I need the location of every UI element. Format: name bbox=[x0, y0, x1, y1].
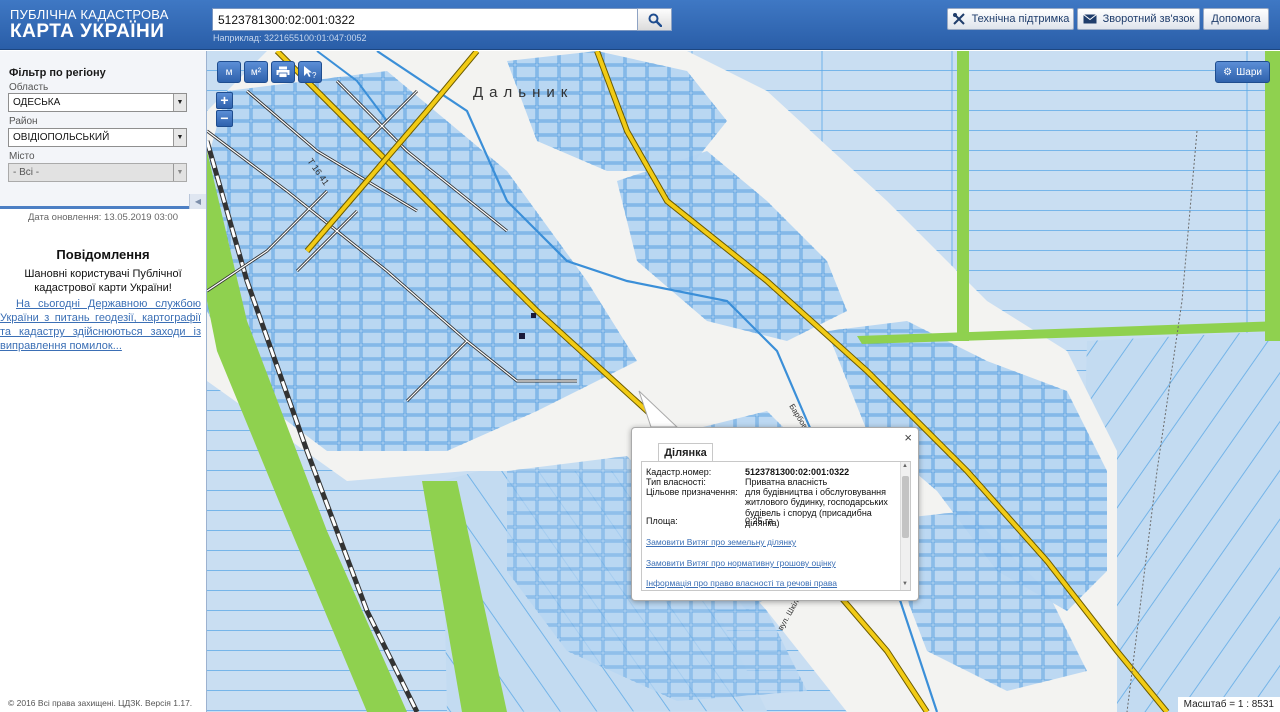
oblast-value: ОДЕСЬКА bbox=[13, 97, 61, 108]
region-filter-panel: Фільтр по регіону Область ОДЕСЬКА ▼ Райо… bbox=[0, 51, 206, 209]
field-value: 5123781300:02:001:0322 bbox=[745, 467, 850, 477]
parcel-info-popup: × Ділянка Кадастр.номер: 5123781300:02:0… bbox=[631, 427, 919, 601]
tools-icon bbox=[952, 13, 965, 25]
field-value: 0.25 га bbox=[745, 516, 774, 526]
field-key: Тип власності: bbox=[646, 477, 706, 487]
measure-area-button[interactable]: м² bbox=[244, 61, 268, 83]
notice-link[interactable]: На сьогодні Державною службою України з … bbox=[0, 297, 201, 353]
raion-select[interactable]: ОВІДІОПОЛЬСЬКИЙ ▼ bbox=[8, 128, 187, 147]
logo-line2: КАРТА УКРАЇНИ bbox=[10, 21, 165, 42]
identify-button[interactable]: ? bbox=[298, 61, 322, 83]
oblast-select[interactable]: ОДЕСЬКА ▼ bbox=[8, 93, 187, 112]
field-key: Цільове призначення: bbox=[646, 487, 738, 497]
order-valuation-link[interactable]: Замовити Витяг про нормативну грошову оц… bbox=[646, 558, 836, 568]
map-canvas[interactable]: Т 16 41 Барбов вул. Шкільна bbox=[207, 51, 1280, 712]
misto-label: Місто bbox=[9, 151, 35, 162]
popup-scrollbar[interactable]: ▲ ▼ bbox=[900, 462, 910, 590]
order-extract-link[interactable]: Замовити Витяг про земельну ділянку bbox=[646, 537, 796, 547]
app-header: ПУБЛІЧНА КАДАСТРОВА КАРТА УКРАЇНИ Наприк… bbox=[0, 0, 1280, 50]
notice-body: Шановні користувачі Публічної кадастрово… bbox=[24, 268, 182, 295]
update-date: Дата оновлення: 13.05.2019 03:00 bbox=[27, 212, 179, 223]
search-hint: Наприклад: 3221655100:01:047:0052 bbox=[213, 33, 367, 43]
popup-content: Кадастр.номер: 5123781300:02:001:0322 Ти… bbox=[641, 461, 911, 591]
gear-icon: ⚙ bbox=[1223, 66, 1233, 78]
sidebar-collapse-bar: ◀ bbox=[0, 194, 206, 210]
feedback-label: Зворотний зв'язок bbox=[1102, 13, 1195, 25]
misto-value: - Всі - bbox=[13, 167, 40, 178]
ruler-icon: м bbox=[225, 66, 233, 78]
misto-select[interactable]: - Всі - ▼ bbox=[8, 163, 187, 182]
help-button[interactable]: Допомога bbox=[1203, 8, 1269, 30]
chevron-down-icon: ▼ bbox=[173, 129, 186, 146]
place-label: Дальник bbox=[473, 84, 574, 101]
app-logo[interactable]: ПУБЛІЧНА КАДАСТРОВА КАРТА УКРАЇНИ bbox=[10, 8, 169, 41]
selected-parcel[interactable] bbox=[519, 333, 525, 339]
field-key: Площа: bbox=[646, 516, 678, 526]
filter-title: Фільтр по регіону bbox=[9, 67, 106, 79]
zoom-in-button[interactable]: + bbox=[216, 92, 233, 109]
cadastral-search-input[interactable] bbox=[212, 8, 638, 31]
envelope-icon bbox=[1082, 14, 1097, 24]
scroll-thumb[interactable] bbox=[902, 476, 909, 538]
layers-label: Шари bbox=[1236, 66, 1262, 78]
map-view[interactable]: Т 16 41 Барбов вул. Шкільна Дальник м м²… bbox=[207, 51, 1280, 712]
measure-line-button[interactable]: м bbox=[217, 61, 241, 83]
raion-label: Район bbox=[9, 116, 38, 127]
raion-value: ОВІДІОПОЛЬСЬКИЙ bbox=[13, 132, 110, 143]
print-button[interactable] bbox=[271, 61, 295, 83]
svg-text:?: ? bbox=[312, 71, 317, 79]
copyright: © 2016 Всі права захищені. ЦДЗК. Версія … bbox=[8, 698, 193, 708]
close-popup-button[interactable]: × bbox=[904, 430, 912, 445]
area-ruler-icon: м² bbox=[250, 66, 262, 78]
field-value: Приватна власність bbox=[745, 477, 828, 487]
tech-support-label: Технічна підтримка bbox=[971, 13, 1070, 25]
collapse-sidebar-button[interactable]: ◀ bbox=[189, 194, 206, 209]
layers-button[interactable]: ⚙ Шари bbox=[1215, 61, 1270, 83]
ownership-info-link[interactable]: Інформація про право власності та речові… bbox=[646, 578, 837, 588]
feedback-button[interactable]: Зворотний зв'язок bbox=[1077, 8, 1200, 30]
scroll-up-icon: ▲ bbox=[902, 463, 908, 469]
search-button[interactable] bbox=[637, 8, 672, 31]
map-toolbar: м м² ? bbox=[217, 61, 325, 83]
chevron-down-icon: ▼ bbox=[173, 164, 186, 181]
field-green-strip bbox=[957, 51, 969, 341]
chevron-left-icon: ◀ bbox=[194, 197, 202, 206]
printer-icon bbox=[276, 66, 290, 78]
field-key: Кадастр.номер: bbox=[646, 467, 712, 477]
field-row: Площа: 0.25 га bbox=[646, 516, 896, 527]
notice-title: Повідомлення bbox=[56, 247, 150, 262]
scale-indicator: Масштаб = 1 : 8531 bbox=[1177, 697, 1280, 712]
sidebar: Фільтр по регіону Область ОДЕСЬКА ▼ Райо… bbox=[0, 51, 207, 712]
tech-support-button[interactable]: Технічна підтримка bbox=[947, 8, 1074, 30]
help-label: Допомога bbox=[1211, 13, 1261, 25]
zoom-out-button[interactable]: − bbox=[216, 110, 233, 127]
cursor-question-icon: ? bbox=[304, 66, 317, 79]
logo-line1: ПУБЛІЧНА КАДАСТРОВА bbox=[10, 7, 169, 22]
chevron-down-icon: ▼ bbox=[173, 94, 186, 111]
tab-parcel[interactable]: Ділянка bbox=[658, 443, 713, 462]
oblast-label: Область bbox=[9, 82, 49, 93]
scroll-down-icon: ▼ bbox=[902, 581, 908, 587]
search-icon bbox=[648, 13, 662, 27]
